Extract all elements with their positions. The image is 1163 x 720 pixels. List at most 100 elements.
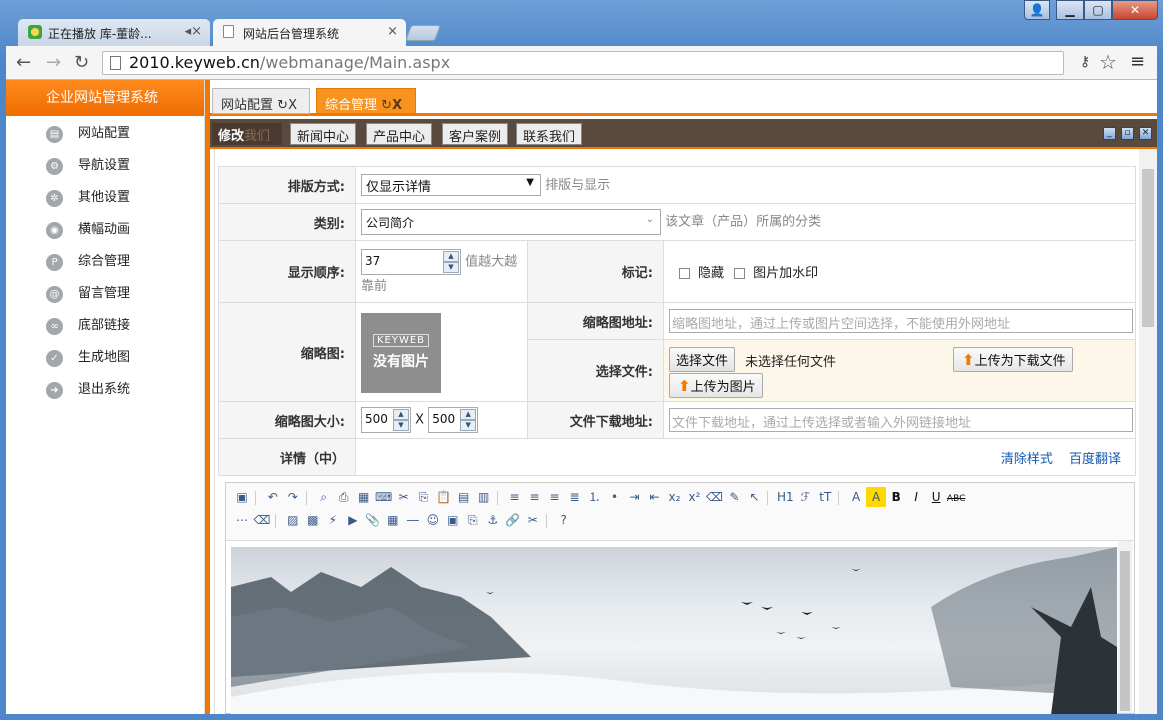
paste-icon[interactable]: 📋 xyxy=(434,487,454,507)
emoticon-icon[interactable]: ☺ xyxy=(423,510,443,530)
new-tab-button[interactable] xyxy=(405,25,441,41)
spin-down-icon[interactable]: ▼ xyxy=(460,420,477,431)
watermark-checkbox[interactable] xyxy=(734,268,746,279)
sidebar-item-footer-links[interactable]: ∞ 底部链接 xyxy=(6,310,204,342)
heading-icon[interactable]: H1 xyxy=(775,487,795,507)
minimize-button[interactable]: ▁ xyxy=(1056,0,1084,20)
help-icon[interactable]: ? xyxy=(554,510,574,530)
print-icon[interactable]: ⎙ xyxy=(334,487,354,507)
undo-icon[interactable]: ↶ xyxy=(263,487,283,507)
panel-minimize-icon[interactable]: _ xyxy=(1103,127,1116,140)
page-scrollbar-thumb[interactable] xyxy=(1142,169,1154,327)
strikethrough-icon[interactable]: ABC xyxy=(946,489,966,509)
browser-tab-admin[interactable]: 网站后台管理系统 × xyxy=(213,19,406,46)
category-select[interactable]: 公司简介 ⌄ xyxy=(361,209,661,235)
unordered-list-icon[interactable]: • xyxy=(604,487,624,507)
download-url-input[interactable]: 文件下载地址，通过上传选择或者输入外网链接地址 xyxy=(669,408,1133,432)
subscript-icon[interactable]: x₂ xyxy=(664,487,684,507)
browser-tab-music[interactable]: 正在播放 库-董龄... ◂× xyxy=(18,19,210,46)
order-input[interactable]: 37 ▲ ▼ xyxy=(361,249,461,275)
choose-file-button[interactable]: 选择文件 xyxy=(669,346,736,372)
picture-icon[interactable]: ▣ xyxy=(443,510,463,530)
close-window-button[interactable]: ✕ xyxy=(1112,0,1158,20)
user-icon[interactable]: 👤 xyxy=(1024,0,1050,20)
key-icon[interactable]: ⚷ xyxy=(1080,54,1090,70)
tab-site-config[interactable]: 网站配置 ↻X xyxy=(212,88,310,114)
thumb-url-input[interactable]: 缩略图地址，通过上传或图片空间选择，不能使用外网地址 xyxy=(669,309,1133,333)
pagebreak-icon[interactable]: ⎘ xyxy=(463,510,483,530)
font-color-icon[interactable]: A xyxy=(846,487,866,507)
link-icon[interactable]: 🔗 xyxy=(503,510,523,530)
unlink-icon[interactable]: ✂ xyxy=(523,510,543,530)
line-height-icon[interactable]: ⋯ xyxy=(232,510,252,530)
superscript-icon[interactable]: x² xyxy=(684,487,704,507)
spin-up-icon[interactable]: ▲ xyxy=(460,409,477,420)
sidebar-item-site-config[interactable]: ▤ 网站配置 xyxy=(6,118,204,150)
pointer-icon[interactable]: ↖ xyxy=(744,487,764,507)
upload-image-button[interactable]: ⬆上传为图片 xyxy=(669,372,763,398)
align-center-icon[interactable]: ≡ xyxy=(524,487,544,507)
font-family-icon[interactable]: ℱ xyxy=(795,487,815,507)
panel-restore-icon[interactable]: ▫ xyxy=(1121,127,1134,140)
page-scrollbar[interactable] xyxy=(1139,149,1157,714)
sidebar-item-general[interactable]: P 综合管理 xyxy=(6,246,204,278)
template-icon[interactable]: ▦ xyxy=(354,487,374,507)
attachment-icon[interactable]: 📎 xyxy=(363,510,383,530)
select-all-icon[interactable]: ✎ xyxy=(724,487,744,507)
star-icon[interactable]: ☆ xyxy=(1099,50,1117,74)
source-icon[interactable]: ▣ xyxy=(232,487,252,507)
menu-icon[interactable]: ≡ xyxy=(1130,51,1145,72)
image-icon[interactable]: ▨ xyxy=(283,510,303,530)
maximize-button[interactable]: ▢ xyxy=(1084,0,1112,20)
upload-download-button[interactable]: ⬆上传为下载文件 xyxy=(953,346,1073,372)
rich-text-editor[interactable]: ▣ ↶ ↷ ⌕ ⎙ ▦ ⌨ ✂ ⎘ 📋 ▤ ▥ ≡ ≡ ≡ ≣ ⒈ • ⇥ ⇤ x₂ x² ⌫ ✎ ↖ H1 ℱtT AAB… xyxy=(225,482,1135,714)
bold-icon[interactable]: B xyxy=(886,487,906,507)
spin-up-icon[interactable]: ▲ xyxy=(393,409,409,420)
redo-icon[interactable]: ↷ xyxy=(283,487,303,507)
forward-icon[interactable]: → xyxy=(46,52,61,73)
align-left-icon[interactable]: ≡ xyxy=(504,487,524,507)
outdent-icon[interactable]: ⇤ xyxy=(644,487,664,507)
justify-icon[interactable]: ≣ xyxy=(564,487,584,507)
refresh-icon[interactable]: ↻ xyxy=(381,98,392,113)
underline-icon[interactable]: U xyxy=(926,487,946,507)
sidebar-item-messages[interactable]: @ 留言管理 xyxy=(6,278,204,310)
spin-down-icon[interactable]: ▼ xyxy=(393,420,409,431)
back-icon[interactable]: ← xyxy=(16,52,31,73)
paste-word-icon[interactable]: ▥ xyxy=(474,487,494,507)
cut-icon[interactable]: ✂ xyxy=(394,487,414,507)
tab-general-management[interactable]: 综合管理 ↻X xyxy=(316,88,416,114)
code-icon[interactable]: ⌨ xyxy=(374,487,394,507)
tab-close[interactable]: X xyxy=(288,98,297,113)
thumb-height-input[interactable]: 500 ▲ ▼ xyxy=(428,407,479,433)
sidebar-item-sitemap[interactable]: ✓ 生成地图 xyxy=(6,342,204,374)
font-size-icon[interactable]: tT xyxy=(815,487,835,507)
tab-close-icon[interactable]: ◂× xyxy=(185,24,202,39)
paste-text-icon[interactable]: ▤ xyxy=(454,487,474,507)
news-center-button[interactable]: 新闻中心 xyxy=(290,123,357,145)
tab-close[interactable]: X xyxy=(392,98,402,113)
media-icon[interactable]: ▶ xyxy=(343,510,363,530)
preview-icon[interactable]: ⌕ xyxy=(314,487,334,507)
copy-icon[interactable]: ⎘ xyxy=(414,487,434,507)
anchor-icon[interactable]: ⚓ xyxy=(483,510,503,530)
contact-us-button[interactable]: 联系我们 xyxy=(516,123,583,145)
highlight-icon[interactable]: A xyxy=(866,487,887,507)
layout-select[interactable]: 仅显示详情 ▼ xyxy=(361,174,541,197)
tab-close-icon[interactable]: × xyxy=(387,24,398,39)
sidebar-item-banner[interactable]: ◉ 横幅动画 xyxy=(6,214,204,246)
reload-icon[interactable]: ↻ xyxy=(74,52,89,73)
flash-icon[interactable]: ⚡ xyxy=(323,510,343,530)
sidebar-item-navigation[interactable]: ⚙ 导航设置 xyxy=(6,150,204,182)
editor-scrollbar[interactable] xyxy=(1118,541,1132,713)
align-right-icon[interactable]: ≡ xyxy=(544,487,564,507)
address-bar[interactable]: 2010.keyweb.cn/webmanage/Main.aspx xyxy=(102,51,1064,75)
hidden-checkbox[interactable] xyxy=(679,268,690,279)
spin-down-icon[interactable]: ▼ xyxy=(443,262,459,273)
clear-format-icon[interactable]: ⌫ xyxy=(704,487,724,507)
refresh-icon[interactable]: ↻ xyxy=(277,98,288,113)
sidebar-item-logout[interactable]: ➜ 退出系统 xyxy=(6,374,204,406)
client-cases-button[interactable]: 客户案例 xyxy=(442,123,509,145)
spin-up-icon[interactable]: ▲ xyxy=(443,251,459,262)
thumb-width-input[interactable]: 500 ▲ ▼ xyxy=(361,407,411,433)
